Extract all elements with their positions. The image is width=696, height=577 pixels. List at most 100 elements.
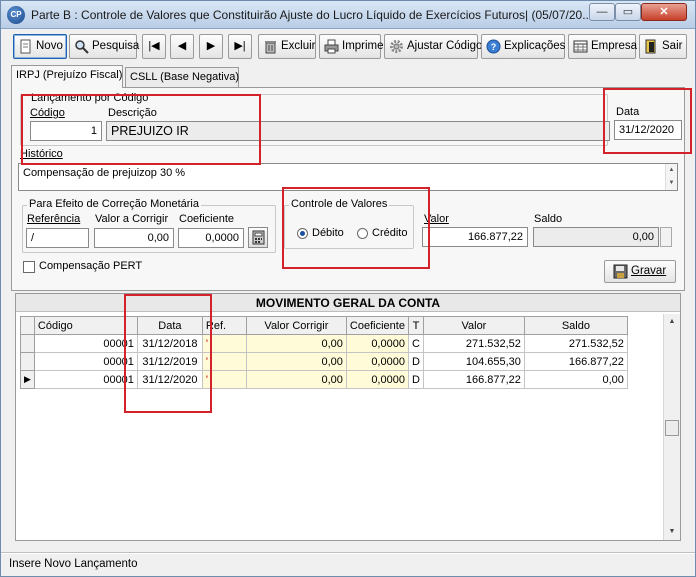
calculator-grid-icon xyxy=(573,40,588,53)
referencia-input[interactable]: / xyxy=(26,228,89,248)
tab-csll[interactable]: CSLL (Base Negativa) xyxy=(125,67,239,87)
grid-header-valor-corrigir[interactable]: Valor Corrigir xyxy=(245,316,347,335)
grid-title: MOVIMENTO GERAL DA CONTA xyxy=(16,294,680,312)
cell-valor[interactable]: 166.877,22 xyxy=(422,370,525,389)
calculator-button[interactable] xyxy=(248,227,268,248)
cell-codigo[interactable]: 00001 xyxy=(33,334,138,353)
ajustar-codigo-label: Ajustar Código xyxy=(407,40,483,52)
imprime-button[interactable]: Imprime xyxy=(319,34,384,59)
grid-header-t[interactable]: T xyxy=(407,316,424,335)
valor-corrigir-label: Valor a Corrigir xyxy=(95,213,169,225)
cell-coeficiente[interactable]: 0,0000 xyxy=(345,370,409,389)
main-window: CP Parte B : Controle de Valores que Con… xyxy=(0,0,696,577)
excluir-button[interactable]: Excluir xyxy=(258,34,316,59)
last-record-button[interactable]: ▶| xyxy=(228,34,252,59)
window-title: Parte B : Controle de Valores que Consti… xyxy=(31,8,593,22)
historico-text: Compensação de prejuizop 30 % xyxy=(23,167,186,179)
table-row[interactable]: 00001 31/12/2018 ' 0,00 0,0000 C 271.532… xyxy=(20,334,628,353)
explicacoes-button[interactable]: ? Explicações xyxy=(481,34,565,59)
cell-coeficiente[interactable]: 0,0000 xyxy=(345,352,409,371)
pesquisa-button[interactable]: Pesquisa xyxy=(69,34,140,59)
cell-codigo[interactable]: 00001 xyxy=(33,370,138,389)
grid-header-valor[interactable]: Valor xyxy=(422,316,525,335)
cell-valor-corrigir[interactable]: 0,00 xyxy=(245,370,347,389)
coeficiente-label: Coeficiente xyxy=(179,213,235,225)
status-bar: Insere Novo Lançamento xyxy=(1,552,695,576)
calculator-icon xyxy=(252,230,265,245)
printer-icon xyxy=(324,39,339,54)
annotation-box-grid-data xyxy=(124,294,212,413)
status-text: Insere Novo Lançamento xyxy=(9,558,138,570)
movimento-grid: MOVIMENTO GERAL DA CONTA Código Data Ref… xyxy=(15,293,681,541)
historico-scroll[interactable]: ▲ ▼ xyxy=(665,164,677,190)
tab-irpj[interactable]: IRPJ (Prejuízo Fiscal) xyxy=(11,65,123,88)
annotation-box-data xyxy=(603,88,692,154)
empresa-label: Empresa xyxy=(591,40,638,52)
cell-valor[interactable]: 104.655,30 xyxy=(422,352,525,371)
table-row[interactable]: 00001 31/12/2019 ' 0,00 0,0000 D 104.655… xyxy=(20,352,628,371)
cell-t[interactable]: D xyxy=(407,370,424,389)
first-record-button[interactable]: |◀ xyxy=(142,34,166,59)
empresa-button[interactable]: Empresa xyxy=(568,34,638,59)
next-record-button[interactable]: ▶ xyxy=(199,34,223,59)
cell-saldo[interactable]: 0,00 xyxy=(523,370,628,389)
cell-t[interactable]: D xyxy=(407,352,424,371)
scroll-up-arrow-icon[interactable]: ▲ xyxy=(664,314,680,330)
magnifier-icon xyxy=(75,40,89,54)
scroll-thumb[interactable] xyxy=(665,420,679,436)
pesquisa-label: Pesquisa xyxy=(92,40,140,52)
table-row[interactable]: ▶ 00001 31/12/2020 ' 0,00 0,0000 D 166.8… xyxy=(20,370,628,389)
referencia-label: Referência xyxy=(27,213,81,225)
cell-coeficiente[interactable]: 0,0000 xyxy=(345,334,409,353)
grid-header-saldo[interactable]: Saldo xyxy=(523,316,628,335)
minimize-button[interactable]: — xyxy=(589,3,615,21)
cell-t[interactable]: C xyxy=(407,334,424,353)
scroll-down-arrow-icon[interactable]: ▼ xyxy=(664,524,680,540)
novo-label: Novo xyxy=(36,40,63,52)
valor-input[interactable]: 166.877,22 xyxy=(422,227,528,247)
cell-saldo[interactable]: 166.877,22 xyxy=(523,352,628,371)
coeficiente-input[interactable]: 0,0000 xyxy=(178,228,244,248)
saldo-label: Saldo xyxy=(534,213,563,225)
cell-valor[interactable]: 271.532,52 xyxy=(422,334,525,353)
toolbar: Novo Pesquisa |◀ ◀ ▶ ▶| Excluir Imprime … xyxy=(11,34,691,60)
help-icon: ? xyxy=(486,39,501,54)
cell-valor-corrigir[interactable]: 0,00 xyxy=(245,334,347,353)
cell-codigo[interactable]: 00001 xyxy=(33,352,138,371)
saldo-field[interactable]: 0,00 xyxy=(533,227,659,247)
valor-corrigir-input[interactable]: 0,00 xyxy=(94,228,174,248)
movimento-table: Código Data Ref. Valor Corrigir Coeficie… xyxy=(20,316,628,389)
ajustar-codigo-button[interactable]: Ajustar Código xyxy=(384,34,482,59)
grid-header-coeficiente[interactable]: Coeficiente xyxy=(345,316,409,335)
svg-text:?: ? xyxy=(491,42,497,52)
annotation-box-lancamento xyxy=(21,94,261,165)
novo-button[interactable]: Novo xyxy=(13,34,67,59)
app-logo-icon: CP xyxy=(7,6,25,24)
save-disk-icon xyxy=(613,264,628,279)
exit-door-icon xyxy=(645,39,656,54)
maximize-button[interactable]: ▭ xyxy=(615,3,641,21)
compensacao-pert-checkbox[interactable] xyxy=(23,261,35,273)
sair-label: Sair xyxy=(662,40,683,52)
saldo-spin[interactable] xyxy=(660,227,672,247)
grid-indicator-header xyxy=(20,316,35,335)
trash-icon xyxy=(265,41,276,54)
grid-header-codigo[interactable]: Código xyxy=(33,316,138,335)
row-indicator xyxy=(20,352,35,371)
gear-icon xyxy=(390,40,403,53)
annotation-box-controle xyxy=(282,187,430,269)
correcao-group-label: Para Efeito de Correção Monetária xyxy=(27,198,201,210)
gravar-button[interactable]: Gravar xyxy=(604,260,676,283)
explicacoes-label: Explicações xyxy=(504,40,566,52)
status-separator xyxy=(1,553,695,554)
new-document-icon xyxy=(20,39,31,54)
cell-saldo[interactable]: 271.532,52 xyxy=(523,334,628,353)
cell-valor-corrigir[interactable]: 0,00 xyxy=(245,352,347,371)
gravar-label: Gravar xyxy=(631,265,667,277)
row-indicator: ▶ xyxy=(20,370,35,389)
previous-record-button[interactable]: ◀ xyxy=(170,34,194,59)
grid-scrollbar[interactable]: ▲ ▼ xyxy=(663,314,680,540)
close-button[interactable]: ✕ xyxy=(641,3,687,21)
title-bar: CP Parte B : Controle de Valores que Con… xyxy=(1,1,695,29)
sair-button[interactable]: Sair xyxy=(639,34,687,59)
